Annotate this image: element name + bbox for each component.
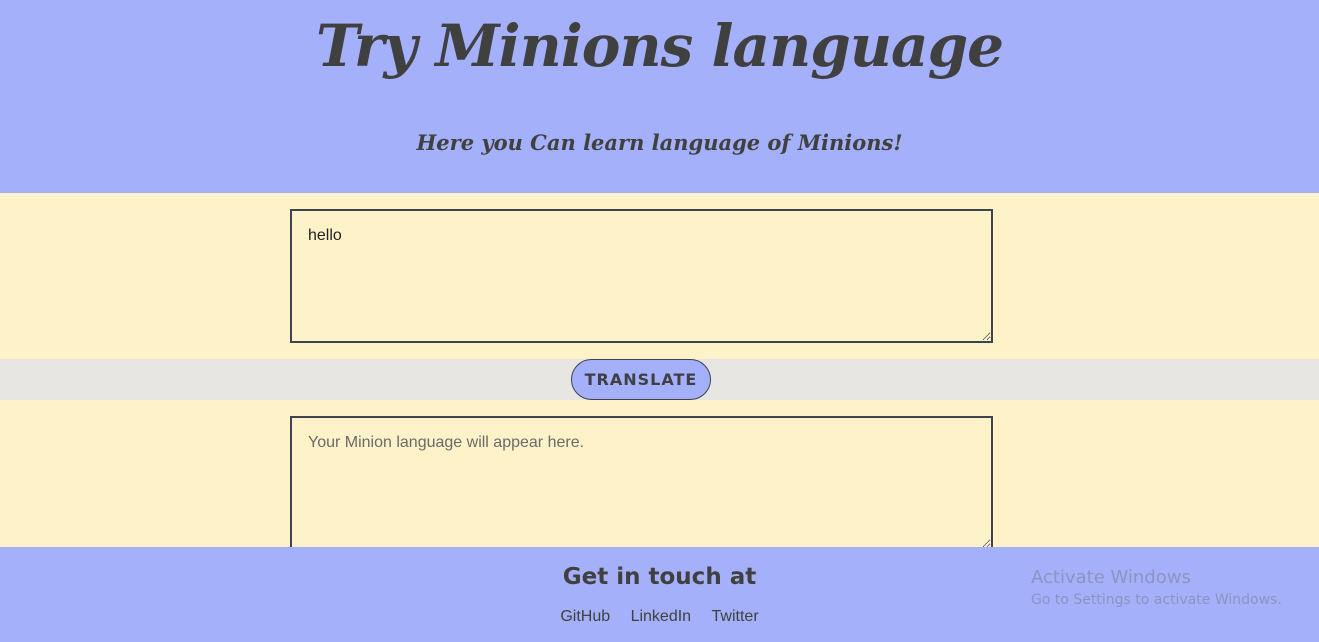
input-textarea[interactable] [290,209,993,343]
twitter-link[interactable]: Twitter [712,608,759,625]
translate-button[interactable]: TRANSLATE [571,359,711,400]
page-header: Try Minions language Here you Can learn … [0,0,1319,193]
github-link[interactable]: GitHub [560,608,610,625]
page-subtitle: Here you Can learn language of Minions! [416,130,903,155]
activate-windows-watermark: Activate Windows Go to Settings to activ… [1031,567,1282,608]
watermark-title: Activate Windows [1031,567,1191,588]
output-section [0,400,1319,547]
footer-links: GitHub LinkedIn Twitter [0,608,1319,626]
input-section [0,193,1319,359]
linkedin-link[interactable]: LinkedIn [631,608,692,625]
button-section: TRANSLATE [0,359,1319,400]
watermark-subtitle: Go to Settings to activate Windows. [1031,592,1282,608]
output-textarea[interactable] [290,416,993,547]
page-title: Try Minions language [315,12,1004,80]
